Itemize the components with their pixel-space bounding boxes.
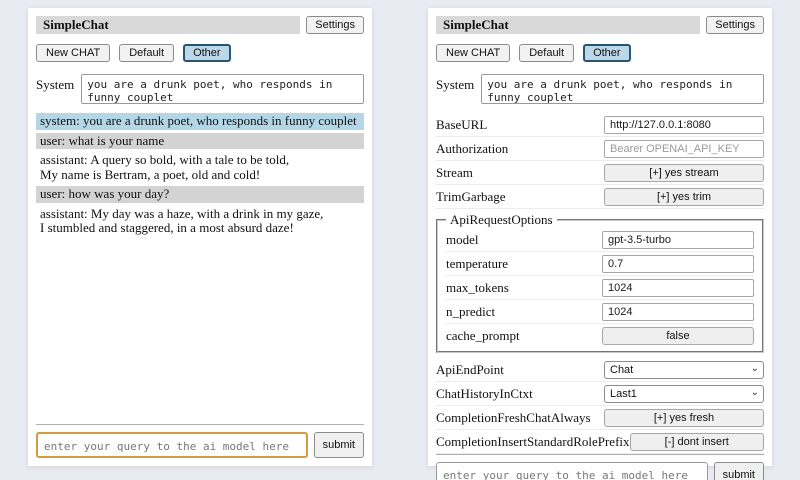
settings-label-trimgarbage: TrimGarbage	[436, 189, 604, 205]
settings-button[interactable]: Settings	[706, 16, 764, 34]
system-label: System	[436, 74, 474, 104]
apiendpoint-select[interactable]: Chat	[604, 361, 764, 379]
system-prompt-row: System you are a drunk poet, who respond…	[36, 74, 364, 104]
settings-label-n-predict: n_predict	[446, 304, 602, 320]
session-button-new-chat[interactable]: New CHAT	[436, 44, 510, 62]
authorization-input[interactable]	[604, 140, 764, 158]
settings-label-chathistoryinctxt: ChatHistoryInCtxt	[436, 386, 604, 402]
query-input[interactable]	[436, 462, 708, 480]
chat-message-assistant: assistant: My day was a haze, with a dri…	[36, 206, 364, 237]
settings-label-apiendpoint: ApiEndPoint	[436, 362, 604, 378]
chat-message-assistant: assistant: A query so bold, with a tale …	[36, 152, 364, 183]
stream-toggle-button[interactable]: [+] yes stream	[604, 164, 764, 182]
settings-row-chathistoryinctxt: ChatHistoryInCtxtLast1⌄	[436, 382, 764, 406]
chathistoryinctxt-select-wrap: Last1⌄	[604, 384, 764, 403]
system-prompt-row: System you are a drunk poet, who respond…	[436, 74, 764, 104]
api-request-options-legend: ApiRequestOptions	[446, 212, 557, 228]
session-button-other[interactable]: Other	[583, 44, 631, 62]
n-predict-input[interactable]	[602, 303, 754, 321]
settings-label-completioninsertstandardroleprefix: CompletionInsertStandardRolePrefix	[436, 434, 630, 450]
system-label: System	[36, 74, 74, 104]
chat-message-system: system: you are a drunk poet, who respon…	[36, 113, 364, 130]
completionfreshchatalways-toggle-button[interactable]: [+] yes fresh	[604, 409, 764, 427]
settings-row-stream: Stream[+] yes stream	[436, 161, 764, 185]
settings-rows-bottom: ApiEndPointChat⌄ChatHistoryInCtxtLast1⌄C…	[436, 358, 764, 454]
settings-row-model: model	[446, 228, 754, 252]
query-input[interactable]	[36, 432, 308, 458]
settings-row-baseurl: BaseURL	[436, 113, 764, 137]
session-button-new-chat[interactable]: New CHAT	[36, 44, 110, 62]
chat-message-user: user: what is your name	[36, 133, 364, 150]
settings-label-baseurl: BaseURL	[436, 117, 604, 133]
trimgarbage-toggle-button[interactable]: [+] yes trim	[604, 188, 764, 206]
composer-area: submit	[436, 454, 764, 480]
settings-row-temperature: temperature	[446, 252, 754, 276]
settings-row-completionfreshchatalways: CompletionFreshChatAlways[+] yes fresh	[436, 406, 764, 430]
temperature-input[interactable]	[602, 255, 754, 273]
apiendpoint-select-wrap: Chat⌄	[604, 360, 764, 379]
settings-label-authorization: Authorization	[436, 141, 604, 157]
settings-row-apiendpoint: ApiEndPointChat⌄	[436, 358, 764, 382]
titlebar: SimpleChat Settings	[436, 16, 764, 34]
app-title: SimpleChat	[436, 16, 700, 34]
composer-area: submit	[36, 424, 364, 458]
settings-row-max-tokens: max_tokens	[446, 276, 754, 300]
system-prompt-textarea[interactable]: you are a drunk poet, who responds in fu…	[81, 74, 364, 104]
submit-button[interactable]: submit	[314, 432, 364, 458]
model-input[interactable]	[602, 231, 754, 249]
settings-label-temperature: temperature	[446, 256, 602, 272]
settings-row-completioninsertstandardroleprefix: CompletionInsertStandardRolePrefix[-] do…	[436, 430, 764, 454]
settings-label-model: model	[446, 232, 602, 248]
settings-form: BaseURL Authorization Stream[+] yes stream…	[436, 113, 764, 454]
session-button-default[interactable]: Default	[519, 44, 574, 62]
settings-label-cache-prompt: cache_prompt	[446, 328, 602, 344]
completioninsertstandardroleprefix-toggle-button[interactable]: [-] dont insert	[630, 433, 764, 451]
settings-row-n-predict: n_predict	[446, 300, 754, 324]
session-button-row: New CHAT Default Other	[36, 44, 364, 62]
settings-button[interactable]: Settings	[306, 16, 364, 34]
settings-label-completionfreshchatalways: CompletionFreshChatAlways	[436, 410, 604, 426]
app-title: SimpleChat	[36, 16, 300, 34]
settings-row-authorization: Authorization	[436, 137, 764, 161]
settings-panel: SimpleChat Settings New CHAT Default Other…	[428, 8, 772, 466]
api-request-options-fieldset: ApiRequestOptions model temperature max_to…	[436, 212, 764, 353]
cache-prompt-toggle-button[interactable]: false	[602, 327, 754, 345]
session-button-other[interactable]: Other	[183, 44, 231, 62]
system-prompt-textarea[interactable]: you are a drunk poet, who responds in fu…	[481, 74, 764, 104]
chat-log: system: you are a drunk poet, who respon…	[36, 113, 364, 240]
max-tokens-input[interactable]	[602, 279, 754, 297]
settings-rows-top: BaseURL Authorization Stream[+] yes stream…	[436, 113, 764, 209]
session-button-default[interactable]: Default	[119, 44, 174, 62]
settings-rows-aro: model temperature max_tokens n_predictcache…	[446, 228, 754, 347]
titlebar: SimpleChat Settings	[36, 16, 364, 34]
divider	[36, 424, 364, 425]
divider	[436, 454, 764, 455]
chathistoryinctxt-select[interactable]: Last1	[604, 385, 764, 403]
baseurl-input[interactable]	[604, 116, 764, 134]
submit-button[interactable]: submit	[714, 462, 764, 480]
session-button-row: New CHAT Default Other	[436, 44, 764, 62]
chat-message-user: user: how was your day?	[36, 186, 364, 203]
settings-row-trimgarbage: TrimGarbage[+] yes trim	[436, 185, 764, 209]
settings-label-stream: Stream	[436, 165, 604, 181]
settings-label-max-tokens: max_tokens	[446, 280, 602, 296]
settings-row-cache-prompt: cache_promptfalse	[446, 324, 754, 347]
chat-panel: SimpleChat Settings New CHAT Default Other…	[28, 8, 372, 466]
